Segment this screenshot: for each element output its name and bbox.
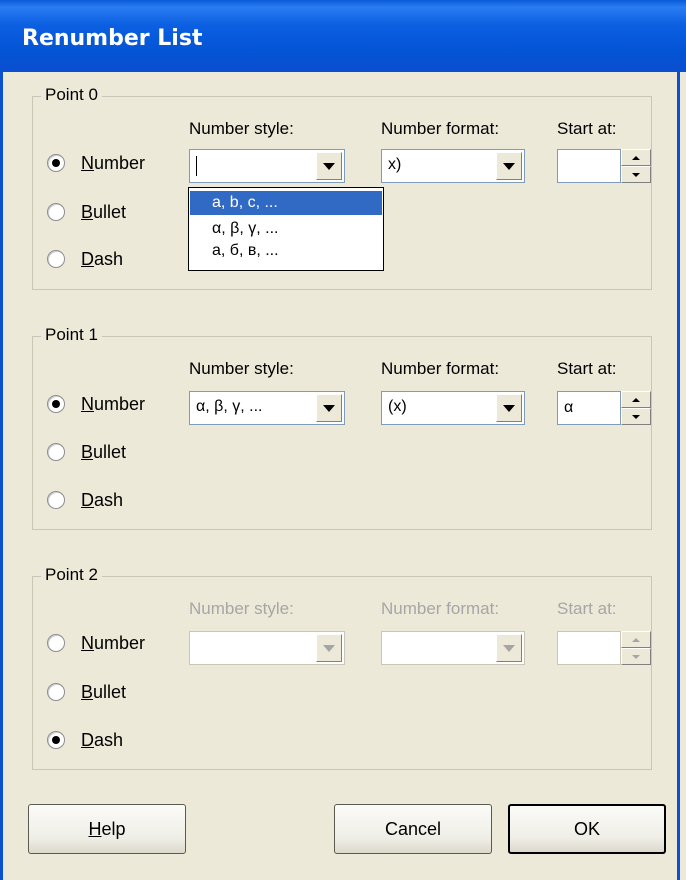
- dropdown-button: [316, 634, 342, 662]
- number-format-combo[interactable]: (x): [381, 391, 525, 425]
- spin-up-button[interactable]: [621, 391, 651, 408]
- start-at-spinner[interactable]: [557, 149, 653, 183]
- radio-number[interactable]: Number: [47, 631, 145, 655]
- spin-up-button: [621, 631, 651, 648]
- radio-label: Number: [81, 393, 146, 414]
- arrow-up-icon: [632, 397, 640, 402]
- radio-button[interactable]: [47, 683, 65, 701]
- chevron-down-icon: [503, 162, 515, 170]
- arrow-down-icon: [632, 414, 640, 419]
- renumber-list-dialog: Renumber List Point 0 Number Bullet Dash…: [0, 0, 686, 880]
- combo-value: (x): [388, 398, 407, 415]
- start-at-input[interactable]: α: [557, 391, 621, 425]
- dropdown-button[interactable]: [496, 394, 522, 422]
- chevron-down-icon: [503, 644, 515, 652]
- radio-button[interactable]: [47, 443, 65, 461]
- arrow-down-icon: [632, 654, 640, 659]
- start-at-label: Start at:: [557, 599, 617, 618]
- number-style-label: Number style:: [189, 359, 294, 378]
- chevron-down-icon: [323, 404, 335, 412]
- number-style-label: Number style:: [189, 119, 294, 138]
- radio-label: Dash: [81, 729, 124, 750]
- group-point-1: Point 1 Number Bullet Dash Number style:…: [32, 325, 653, 530]
- radio-label: Number: [81, 152, 146, 173]
- number-format-combo[interactable]: x): [381, 149, 525, 183]
- radio-bullet[interactable]: Bullet: [47, 200, 126, 224]
- chevron-down-icon: [503, 404, 515, 412]
- radio-number[interactable]: Number: [47, 392, 145, 416]
- start-at-input: [557, 631, 621, 665]
- radio-label: Bullet: [81, 681, 127, 702]
- chevron-down-icon: [323, 162, 335, 170]
- arrow-up-icon: [632, 155, 640, 160]
- radio-bullet[interactable]: Bullet: [47, 680, 126, 704]
- group-legend: Point 0: [41, 85, 102, 105]
- group-legend: Point 1: [41, 325, 102, 345]
- dropdown-option[interactable]: α, β, γ, ...: [190, 217, 382, 241]
- spin-buttons: [621, 631, 651, 665]
- dropdown-button: [496, 634, 522, 662]
- spin-buttons: [621, 391, 651, 425]
- dropdown-option[interactable]: a, b, c, ...: [190, 191, 382, 215]
- ok-button[interactable]: OK: [508, 804, 666, 854]
- radio-button[interactable]: [47, 491, 65, 509]
- chevron-down-icon: [323, 644, 335, 652]
- radio-button[interactable]: [47, 250, 65, 268]
- group-legend: Point 2: [41, 565, 102, 585]
- spin-up-button[interactable]: [621, 149, 651, 166]
- radio-label: Dash: [81, 489, 124, 510]
- radio-button[interactable]: [47, 731, 65, 749]
- group-point-2: Point 2 Number Bullet Dash Number style:…: [32, 565, 653, 770]
- number-style-combo[interactable]: α, β, γ, ...: [189, 391, 345, 425]
- number-style-label: Number style:: [189, 599, 294, 618]
- dropdown-button[interactable]: [496, 152, 522, 180]
- window-title: Renumber List: [22, 26, 203, 51]
- title-bar[interactable]: Renumber List: [0, 0, 686, 72]
- dropdown-button[interactable]: [316, 394, 342, 422]
- combo-value: α, β, γ, ...: [196, 398, 263, 415]
- radio-button[interactable]: [47, 154, 65, 172]
- radio-label: Bullet: [81, 441, 127, 462]
- number-format-label: Number format:: [381, 599, 500, 618]
- number-format-combo: [381, 631, 525, 665]
- radio-dash[interactable]: Dash: [47, 247, 123, 271]
- arrow-up-icon: [632, 637, 640, 642]
- radio-label: Bullet: [81, 201, 127, 222]
- help-button[interactable]: Help: [28, 804, 186, 854]
- start-at-input[interactable]: [557, 149, 621, 183]
- dropdown-option[interactable]: а, б, в, ...: [190, 239, 382, 263]
- radio-button[interactable]: [47, 203, 65, 221]
- radio-number[interactable]: Number: [47, 151, 145, 175]
- cancel-button[interactable]: Cancel: [334, 804, 492, 854]
- radio-bullet[interactable]: Bullet: [47, 440, 126, 464]
- radio-label: Dash: [81, 248, 124, 269]
- radio-button[interactable]: [47, 634, 65, 652]
- radio-button[interactable]: [47, 395, 65, 413]
- spin-down-button[interactable]: [621, 408, 651, 425]
- spin-down-button[interactable]: [621, 166, 651, 183]
- combo-value: x): [388, 156, 402, 173]
- number-format-label: Number format:: [381, 359, 500, 378]
- start-at-spinner[interactable]: α: [557, 391, 653, 425]
- number-style-combo: [189, 631, 345, 665]
- start-at-label: Start at:: [557, 359, 617, 378]
- number-format-label: Number format:: [381, 119, 500, 138]
- number-style-dropdown-list: a, b, c, ... α, β, γ, ... а, б, в, ...: [188, 187, 384, 271]
- spin-buttons: [621, 149, 651, 183]
- radio-dash[interactable]: Dash: [47, 728, 123, 752]
- start-at-label: Start at:: [557, 119, 617, 138]
- dropdown-button[interactable]: [316, 152, 342, 180]
- text-cursor: [196, 156, 197, 176]
- radio-label: Number: [81, 632, 146, 653]
- radio-dash[interactable]: Dash: [47, 488, 123, 512]
- number-style-combo[interactable]: [189, 149, 345, 183]
- spin-down-button: [621, 648, 651, 665]
- arrow-down-icon: [632, 172, 640, 177]
- start-at-spinner: [557, 631, 653, 665]
